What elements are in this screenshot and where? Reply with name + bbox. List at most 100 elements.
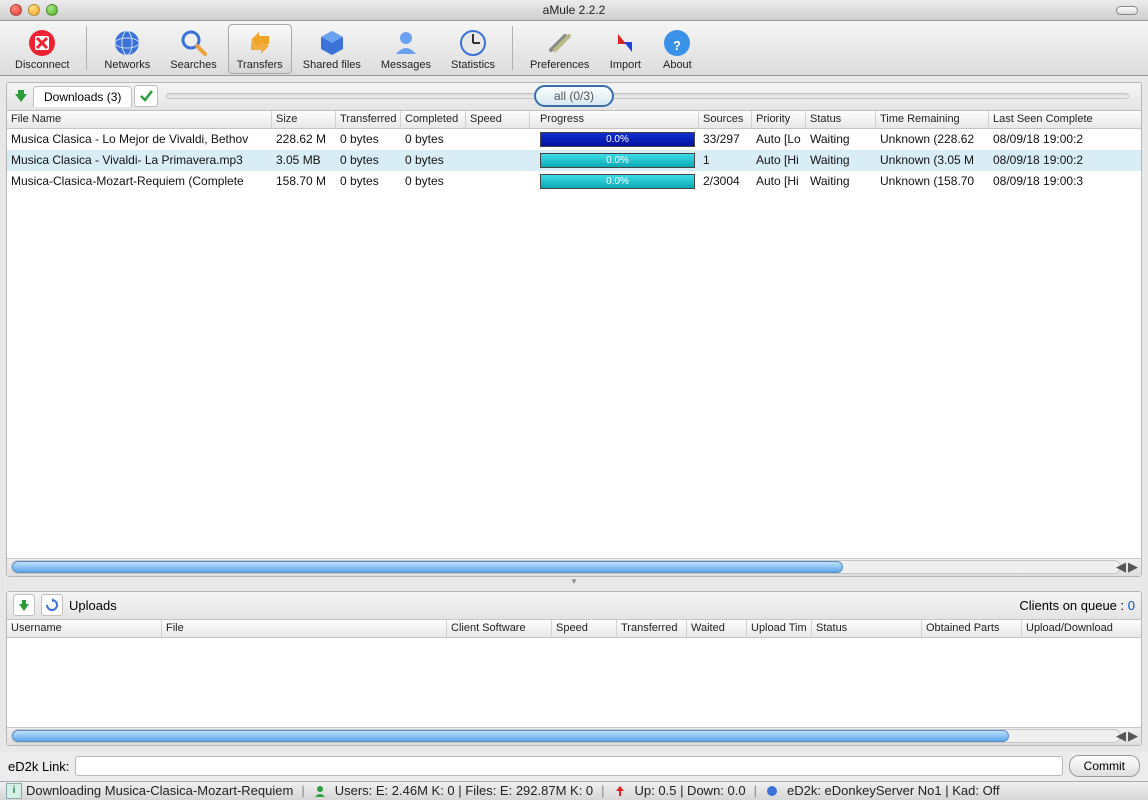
table-cell: Waiting (806, 172, 876, 190)
downloads-scrollbar[interactable]: ◀▶ (7, 558, 1141, 576)
col-remaining[interactable]: Time Remaining (876, 111, 989, 128)
table-cell: 228.62 M (272, 130, 336, 148)
transfers-icon (244, 27, 276, 59)
col-uptime[interactable]: Upload Tim (747, 620, 812, 637)
zoom-button[interactable] (46, 4, 58, 16)
minimize-button[interactable] (28, 4, 40, 16)
col-filename[interactable]: File Name (7, 111, 272, 128)
col-ratio[interactable]: Upload/Download (1022, 620, 1141, 637)
status-connection: eD2k: eDonkeyServer No1 | Kad: Off (787, 783, 1000, 798)
progress-bar: 0.0% (540, 132, 695, 147)
status-speeds: Up: 0.5 | Down: 0.0 (635, 783, 746, 798)
about-icon: ? (661, 27, 693, 59)
col-lastseen[interactable]: Last Seen Complete (989, 111, 1141, 128)
col-transferred[interactable]: Transferred (336, 111, 401, 128)
table-cell: 0.0% (530, 151, 699, 170)
table-row[interactable]: Musica-Clasica-Mozart-Requiem (Complete1… (7, 171, 1141, 192)
connection-icon (765, 784, 779, 798)
import-label: Import (610, 59, 641, 71)
toolbar-sep (512, 26, 513, 70)
table-cell: 3.05 MB (272, 151, 336, 169)
statistics-button[interactable]: Statistics (442, 24, 504, 74)
disconnect-icon (26, 27, 58, 59)
shared-files-button[interactable]: Shared files (294, 24, 370, 74)
col-progress[interactable]: Progress (530, 111, 699, 128)
about-button[interactable]: ? About (652, 24, 702, 74)
col-size[interactable]: Size (272, 111, 336, 128)
preferences-button[interactable]: Preferences (521, 24, 598, 74)
content-area: Downloads (3) all (0/3) File Name Size T… (0, 76, 1148, 752)
titlebar-pill[interactable] (1116, 6, 1138, 15)
uploads-header-row: Uploads Clients on queue : 0 (7, 592, 1141, 620)
table-cell: 0.0% (530, 130, 699, 149)
networks-button[interactable]: Networks (95, 24, 159, 74)
table-cell: 158.70 M (272, 172, 336, 190)
splitter-handle[interactable]: ▾ (6, 579, 1142, 585)
transfers-button[interactable]: Transfers (228, 24, 292, 74)
table-cell: 1 (699, 151, 752, 169)
table-cell: Unknown (158.70 (876, 172, 989, 190)
col-utransferred[interactable]: Transferred (617, 620, 687, 637)
col-client[interactable]: Client Software (447, 620, 552, 637)
disconnect-label: Disconnect (15, 59, 69, 71)
uploads-scrollbar[interactable]: ◀▶ (7, 727, 1141, 745)
svg-text:?: ? (673, 38, 681, 53)
col-sources[interactable]: Sources (699, 111, 752, 128)
status-users: Users: E: 2.46M K: 0 | Files: E: 292.87M… (335, 783, 593, 798)
globe-icon (111, 27, 143, 59)
table-row[interactable]: Musica Clasica - Vivaldi- La Primavera.m… (7, 150, 1141, 171)
close-button[interactable] (10, 4, 22, 16)
col-ustatus[interactable]: Status (812, 620, 922, 637)
downloads-tab-row: Downloads (3) all (0/3) (7, 83, 1141, 111)
col-uspeed[interactable]: Speed (552, 620, 617, 637)
table-cell: 08/09/18 19:00:3 (989, 172, 1141, 190)
uploads-panel: Uploads Clients on queue : 0 Username Fi… (6, 591, 1142, 746)
table-cell: 33/297 (699, 130, 752, 148)
ed2k-link-input[interactable] (75, 756, 1062, 776)
uploads-columns: Username File Client Software Speed Tran… (7, 620, 1141, 638)
upload-arrow-icon[interactable] (13, 594, 35, 616)
disconnect-button[interactable]: Disconnect (6, 24, 78, 74)
col-waited[interactable]: Waited (687, 620, 747, 637)
col-completed[interactable]: Completed (401, 111, 466, 128)
progress-bar: 0.0% (540, 153, 695, 168)
download-arrow-icon (11, 86, 31, 106)
queue-count: 0 (1128, 598, 1135, 613)
table-cell: 0 bytes (336, 151, 401, 169)
status-download-tab[interactable]: i Downloading Musica-Clasica-Mozart-Requ… (6, 783, 293, 799)
col-priority[interactable]: Priority (752, 111, 806, 128)
clients-queue-label: Clients on queue : 0 (1019, 598, 1135, 613)
progress-bar: 0.0% (540, 174, 695, 189)
status-sep: | (301, 783, 304, 798)
speed-icon (613, 784, 627, 798)
table-cell: 0 bytes (336, 172, 401, 190)
ed2k-label: eD2k Link: (8, 759, 69, 774)
queue-label-text: Clients on queue : (1019, 598, 1124, 613)
filter-all-pill[interactable]: all (0/3) (534, 85, 614, 107)
preferences-label: Preferences (530, 59, 589, 71)
commit-button[interactable]: Commit (1069, 755, 1140, 777)
table-cell: Auto [Hi (752, 172, 806, 190)
messages-button[interactable]: Messages (372, 24, 440, 74)
col-obtained[interactable]: Obtained Parts (922, 620, 1022, 637)
checkmark-button[interactable] (134, 85, 158, 107)
downloads-header: File Name Size Transferred Completed Spe… (7, 111, 1141, 129)
search-icon (178, 27, 210, 59)
downloads-panel: Downloads (3) all (0/3) File Name Size T… (6, 82, 1142, 577)
table-cell: Musica-Clasica-Mozart-Requiem (Complete (7, 172, 272, 190)
searches-button[interactable]: Searches (161, 24, 225, 74)
table-cell: 0 bytes (401, 130, 466, 148)
import-icon (609, 27, 641, 59)
col-file[interactable]: File (162, 620, 447, 637)
refresh-icon[interactable] (41, 594, 63, 616)
import-button[interactable]: Import (600, 24, 650, 74)
col-status[interactable]: Status (806, 111, 876, 128)
downloads-tab[interactable]: Downloads (3) (33, 86, 132, 107)
table-cell: 2/3004 (699, 172, 752, 190)
table-cell: 0 bytes (401, 151, 466, 169)
col-username[interactable]: Username (7, 620, 162, 637)
table-cell: Waiting (806, 130, 876, 148)
table-row[interactable]: Musica Clasica - Lo Mejor de Vivaldi, Be… (7, 129, 1141, 150)
col-speed[interactable]: Speed (466, 111, 530, 128)
shared-icon (316, 27, 348, 59)
